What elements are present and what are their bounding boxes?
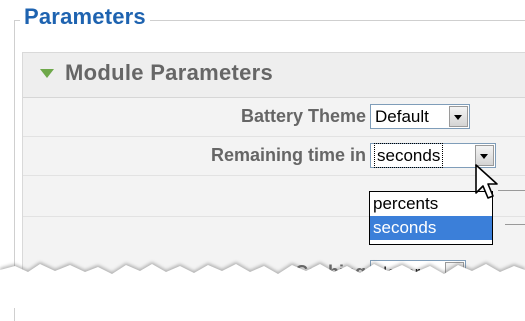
battery-theme-select[interactable]: Default: [370, 104, 470, 129]
remaining-time-value: seconds: [373, 143, 444, 168]
battery-theme-label: Battery Theme: [240, 106, 366, 126]
module-parameters-title: Module Parameters: [65, 60, 274, 85]
module-parameters-header[interactable]: Module Parameters: [23, 53, 525, 98]
row-remaining-time: Remaining time in seconds: [23, 137, 525, 176]
option-seconds[interactable]: seconds: [370, 216, 492, 240]
divider: [498, 190, 525, 191]
remaining-time-label: Remaining time in: [210, 145, 366, 165]
divider: [505, 224, 525, 225]
chevron-down-icon[interactable]: [449, 106, 468, 127]
triangle-down-icon[interactable]: [40, 69, 54, 78]
row-battery-theme: Battery Theme Default: [23, 98, 525, 137]
mouse-cursor-icon: [475, 164, 498, 199]
torn-edge: [0, 262, 525, 308]
parameters-legend: Parameters: [20, 4, 150, 30]
battery-theme-value: Default: [375, 107, 429, 126]
